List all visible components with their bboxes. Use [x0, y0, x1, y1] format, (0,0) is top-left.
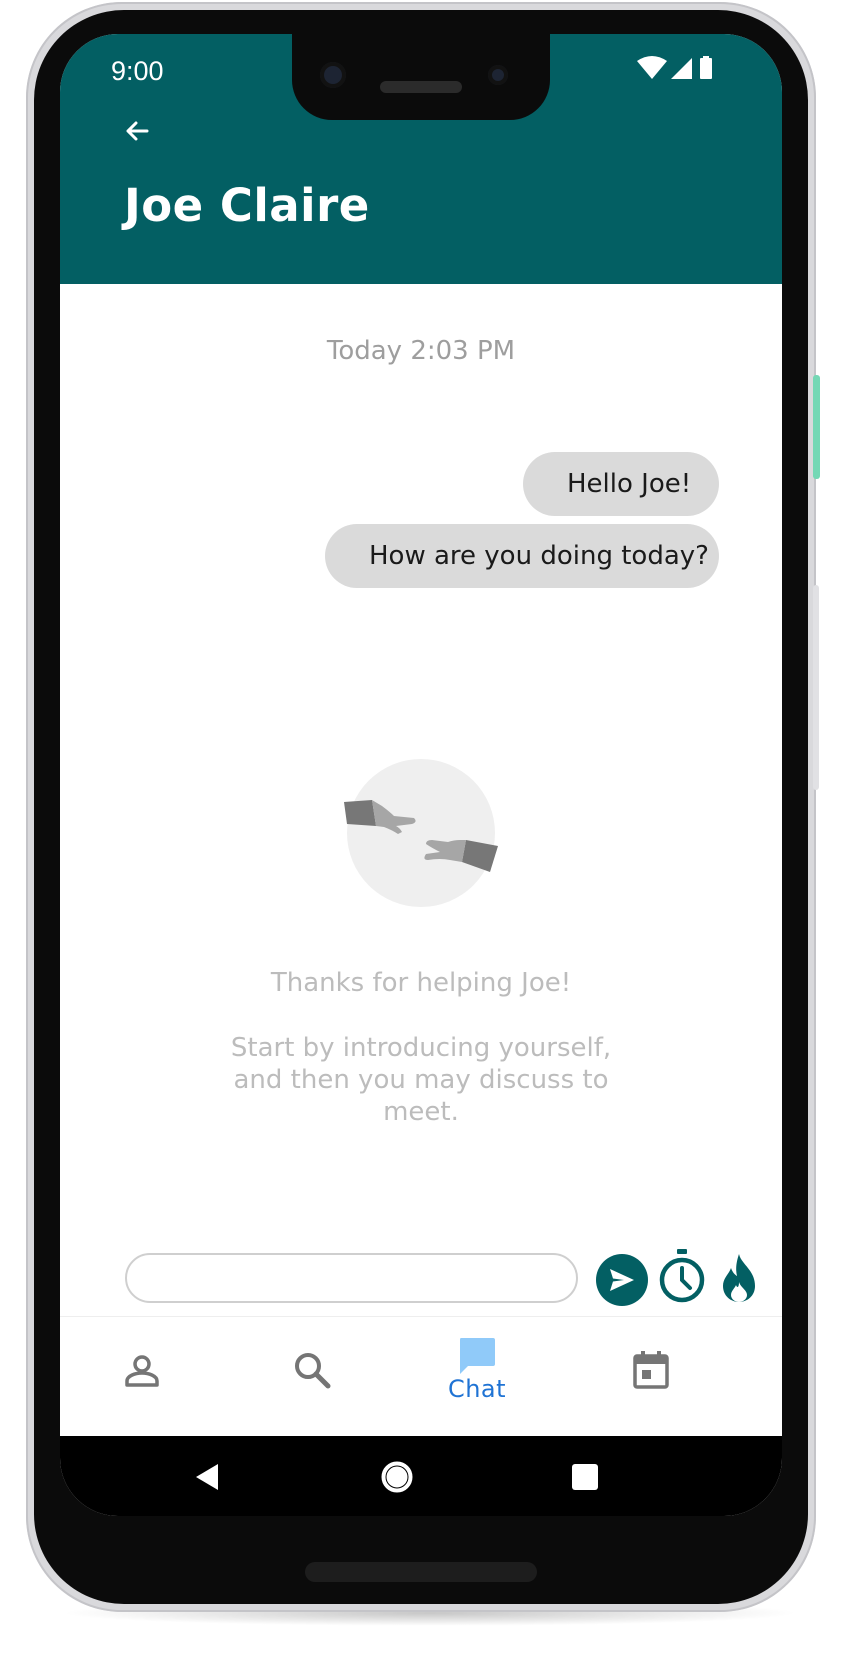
- timer-icon: [659, 1249, 705, 1303]
- app-header: 9:00 Joe Claire: [60, 34, 782, 284]
- calendar-icon: [633, 1351, 669, 1389]
- empty-state-body: Start by introducing yourself, and then …: [230, 1033, 612, 1127]
- power-key: [813, 375, 820, 479]
- signal-icon: [671, 58, 692, 79]
- arrow-left-icon: [126, 121, 149, 141]
- nav-item-chat[interactable]: Chat: [417, 1317, 537, 1437]
- battery-icon: [700, 56, 712, 79]
- message-bubble[interactable]: Hello Joe!: [523, 452, 719, 516]
- message-bubble[interactable]: How are you doing today?: [325, 524, 719, 588]
- front-sensor: [488, 65, 508, 85]
- home-circle-icon[interactable]: [380, 1460, 414, 1494]
- person-icon: [125, 1355, 159, 1387]
- wifi-icon: [637, 56, 667, 79]
- nav-item-profile[interactable]: [82, 1317, 202, 1437]
- nav-chat-label: Chat: [447, 1375, 507, 1403]
- earpiece-speaker: [380, 81, 462, 93]
- recents-square-icon[interactable]: [571, 1463, 599, 1491]
- phone-screen: 9:00 Joe Claire Today 2:03 PM Hello Joe!…: [60, 34, 782, 1516]
- nav-item-search[interactable]: [250, 1317, 370, 1437]
- nav-item-calendar[interactable]: [591, 1317, 711, 1437]
- camera-notch: [292, 34, 550, 120]
- message-input[interactable]: [125, 1253, 578, 1303]
- send-icon: [610, 1269, 634, 1291]
- bottom-nav: Chat: [60, 1316, 782, 1437]
- front-camera: [320, 62, 346, 88]
- bottom-speaker: [305, 1562, 537, 1582]
- timer-button[interactable]: [657, 1248, 707, 1304]
- fire-button[interactable]: [719, 1252, 759, 1304]
- back-triangle-icon[interactable]: [194, 1463, 220, 1491]
- reaching-hands-illustration: [344, 759, 498, 907]
- status-time: 9:00: [111, 56, 164, 86]
- empty-state-title: Thanks for helping Joe!: [270, 968, 572, 998]
- volume-key: [813, 585, 819, 790]
- page: 9:00 Joe Claire Today 2:03 PM Hello Joe!…: [0, 0, 842, 1664]
- contact-name: Joe Claire: [124, 179, 370, 232]
- chat-area[interactable]: Today 2:03 PM Hello Joe! How are you doi…: [60, 284, 782, 1239]
- fire-icon: [723, 1254, 755, 1302]
- chat-bubble-icon: [460, 1338, 495, 1374]
- message-timestamp: Today 2:03 PM: [326, 336, 516, 366]
- system-nav-bar: [60, 1436, 782, 1516]
- back-button[interactable]: [120, 114, 154, 148]
- search-icon: [295, 1353, 331, 1389]
- status-icons: [637, 56, 712, 79]
- send-button[interactable]: [596, 1254, 648, 1306]
